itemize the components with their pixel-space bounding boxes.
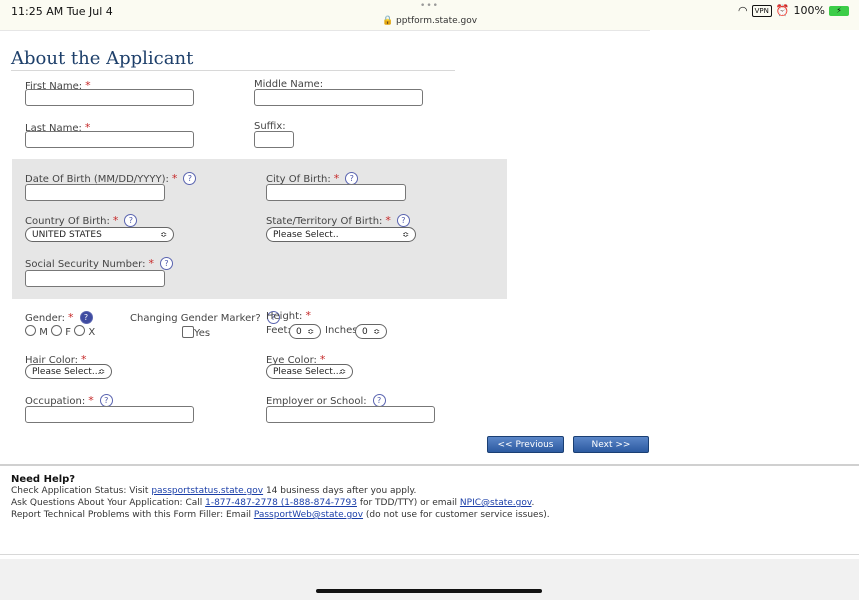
first-name-input[interactable]: [25, 89, 194, 106]
country-of-birth-select[interactable]: UNITED STATES ≎: [25, 227, 174, 242]
help-questions-line: Ask Questions About Your Application: Ca…: [11, 498, 535, 508]
title-divider: [11, 70, 455, 71]
battery-icon: ⚡: [829, 5, 849, 16]
phone-link[interactable]: 1-877-487-2778 (1-888-874-7793: [205, 498, 357, 508]
help-title: Need Help?: [11, 474, 76, 485]
browser-bottom-bar: [0, 559, 859, 600]
required-icon: *: [171, 172, 178, 185]
home-indicator[interactable]: [316, 589, 542, 593]
passportweb-email-link[interactable]: PassportWeb@state.gov: [254, 510, 363, 520]
help-icon[interactable]: ?: [124, 214, 138, 227]
ssn-input[interactable]: [25, 270, 165, 287]
footer-divider: [0, 464, 859, 466]
height-label: Height: *: [266, 309, 311, 322]
passport-status-link[interactable]: passportstatus.state.gov: [151, 486, 263, 496]
employer-input[interactable]: [266, 406, 435, 423]
state-of-birth-label: State/Territory Of Birth: *?: [266, 214, 410, 227]
next-button[interactable]: Next >>: [573, 436, 649, 453]
eye-color-select[interactable]: Please Select... ≎: [266, 364, 353, 379]
select-arrow-icon: ≎: [160, 230, 167, 239]
help-icon[interactable]: ?: [159, 257, 173, 270]
gender-marker-label: Changing Gender Marker??: [130, 311, 280, 324]
ssn-label: Social Security Number: *?: [25, 257, 173, 270]
address-url[interactable]: 🔒 pptform.state.gov: [0, 16, 859, 26]
last-name-input[interactable]: [25, 131, 194, 148]
middle-name-input[interactable]: [254, 89, 423, 106]
gender-f-label: F: [65, 327, 71, 338]
required-icon: *: [148, 257, 154, 270]
url-text: pptform.state.gov: [396, 16, 478, 26]
help-status-line: Check Application Status: Visit passport…: [11, 486, 417, 496]
battery-percent: 100%: [793, 4, 825, 17]
help-icon[interactable]: ?: [79, 311, 93, 324]
dob-input[interactable]: [25, 184, 165, 201]
required-icon: *: [385, 214, 391, 227]
previous-button[interactable]: << Previous: [487, 436, 564, 453]
suffix-input[interactable]: [254, 131, 294, 148]
country-of-birth-label: Country Of Birth: *?: [25, 214, 138, 227]
hair-color-select[interactable]: Please Select... ≎: [25, 364, 112, 379]
npic-email-link[interactable]: NPIC@state.gov: [460, 498, 532, 508]
gender-marker-option: Yes: [182, 326, 210, 339]
state-of-birth-select[interactable]: Please Select.. ≎: [266, 227, 416, 242]
required-icon: *: [305, 309, 311, 322]
gender-marker-checkbox[interactable]: [182, 326, 194, 338]
gender-f-radio[interactable]: [51, 325, 63, 336]
status-icons: ◠ VPN ⏰ 100% ⚡: [738, 4, 849, 17]
gender-m-radio[interactable]: [25, 325, 36, 336]
required-icon: *: [112, 214, 119, 227]
select-arrow-icon: ≎: [339, 367, 346, 376]
feet-select[interactable]: 0 ≎: [289, 324, 321, 339]
select-arrow-icon: ≎: [402, 230, 409, 239]
required-icon: *: [68, 311, 74, 324]
help-icon[interactable]: ?: [396, 214, 410, 227]
gender-label: Gender: *?: [25, 311, 93, 324]
gender-marker-yes-label: Yes: [194, 328, 211, 339]
gender-options: M F X: [25, 325, 95, 338]
wifi-icon: ◠: [737, 4, 748, 17]
vpn-icon: VPN: [751, 4, 772, 17]
gender-m-label: M: [39, 327, 48, 338]
header-divider: [0, 30, 650, 31]
select-arrow-icon: ≎: [98, 367, 105, 376]
inches-select[interactable]: 0 ≎: [355, 324, 387, 339]
alarm-icon: ⏰: [775, 4, 790, 17]
page-title: About the Applicant: [11, 48, 194, 69]
gender-x-label: X: [88, 327, 96, 338]
gender-x-radio[interactable]: [74, 325, 86, 336]
tab-dots-icon[interactable]: •••: [0, 1, 859, 11]
select-arrow-icon: ≎: [373, 327, 380, 336]
help-technical-line: Report Technical Problems with this Form…: [11, 510, 550, 520]
occupation-input[interactable]: [25, 406, 194, 423]
feet-label: Feet:: [266, 325, 291, 336]
select-arrow-icon: ≎: [307, 327, 314, 336]
bottom-divider: [0, 554, 859, 555]
city-of-birth-input[interactable]: [266, 184, 406, 201]
help-icon[interactable]: ?: [183, 172, 197, 185]
